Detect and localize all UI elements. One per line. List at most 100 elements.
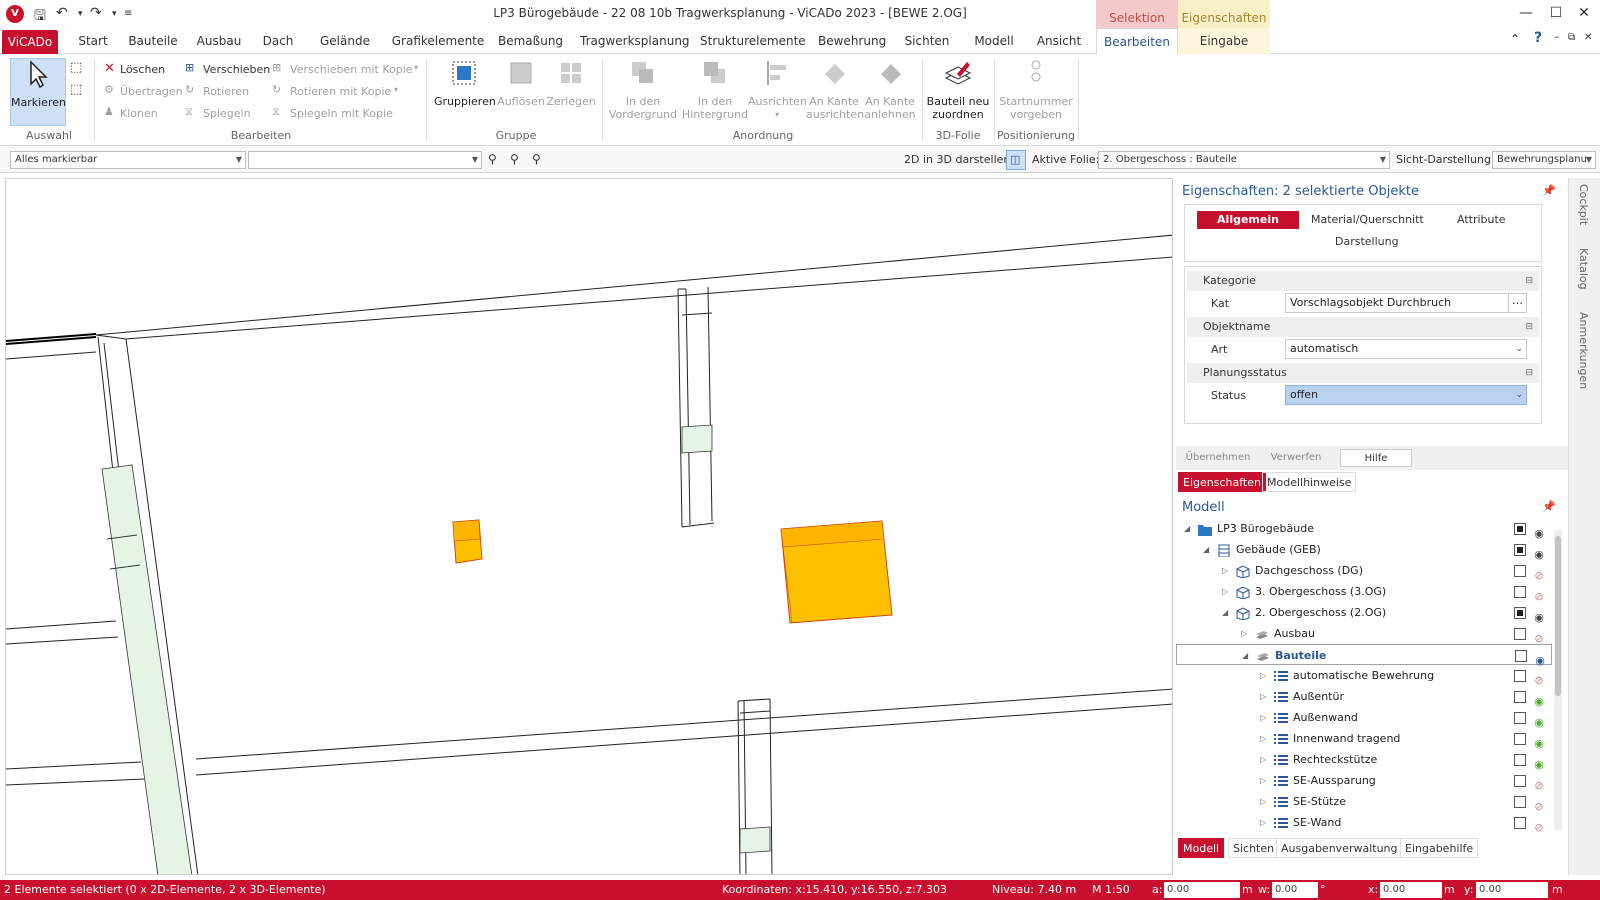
visibility-checkbox[interactable] [1514,670,1526,682]
visibility-checkbox[interactable] [1514,775,1526,787]
verschieben-kopie-button[interactable]: Verschieben mit Kopie [290,63,413,76]
tab-katalog[interactable]: Katalog [1577,248,1590,290]
maximize-icon[interactable]: ☐ [1546,5,1566,21]
tab-ansicht[interactable]: Ansicht [1036,28,1082,54]
visibility-checkbox[interactable] [1514,523,1526,535]
art-select[interactable]: automatisch ⌄ [1285,339,1527,359]
undo-dropdown-icon[interactable]: ▾ [78,9,83,19]
expand-open-icon[interactable]: ◢ [1242,645,1248,666]
tab-anmerkungen[interactable]: Anmerkungen [1577,312,1590,389]
tree-item[interactable]: ◢ Gebäude (GEB) ◉ [1176,539,1552,561]
tab-bemassung[interactable]: Bemaßung [498,28,563,54]
pin-icon[interactable]: 📌 [1542,500,1556,513]
visibility-checkbox[interactable] [1514,712,1526,724]
spiegeln-button[interactable]: Spiegeln [203,107,251,120]
tree-item[interactable]: ◢ LP3 Bürogebäude ◉ [1176,518,1552,540]
visibility-checkbox[interactable] [1514,565,1526,577]
tab-start[interactable]: Start [72,28,114,54]
y-input[interactable]: 0.00 [1476,882,1548,898]
tree-item[interactable]: ▷ SE-Stütze ⊘ [1176,791,1552,813]
tree-item[interactable]: ▷ automatische Bewehrung ⊘ [1176,665,1552,687]
tab-strukturelemente[interactable]: Strukturelemente [700,28,806,54]
tab-eingabe[interactable]: Eingabe [1178,28,1270,54]
redo-icon[interactable]: ↷ [90,5,102,21]
3d-viewport[interactable] [5,178,1173,875]
visibility-checkbox[interactable] [1514,817,1526,829]
expand-closed-icon[interactable]: ▷ [1260,812,1266,833]
visibility-checkbox[interactable] [1514,586,1526,598]
eye-icon[interactable]: ⊘ [1532,817,1546,838]
sicht-darstellung-select[interactable]: Bewehrungsplanu ▼ [1492,151,1596,169]
2d-in-3d-toggle[interactable]: ◫ [1006,150,1026,170]
minimize-icon[interactable]: — [1516,5,1536,21]
tab-cockpit[interactable]: Cockpit [1577,184,1590,225]
mdi-minimize-icon[interactable]: – [1554,30,1560,43]
expand-closed-icon[interactable]: ▷ [1260,665,1266,686]
visibility-checkbox[interactable] [1514,754,1526,766]
hintergrund-button[interactable]: In den Hintergrund [680,58,750,121]
expand-closed-icon[interactable]: ▷ [1222,560,1228,581]
visibility-checkbox[interactable] [1514,544,1526,556]
spiegeln-kopie-button[interactable]: Spiegeln mit Kopie [290,107,393,120]
filter-select[interactable]: Alles markierbar ▼ [10,151,246,169]
tab-eigenschaften[interactable]: Eigenschaften [1178,472,1266,492]
help-icon[interactable]: ? [1534,30,1542,46]
expand-closed-icon[interactable]: ▷ [1222,581,1228,602]
klonen-button[interactable]: Klonen [120,107,158,120]
collapse-icon[interactable]: ⊟ [1525,271,1533,291]
aktive-folie-select[interactable]: 2. Obergeschoss : Bauteile ▼ [1098,151,1390,169]
pin-icon[interactable]: 📌 [1542,184,1556,197]
chevron-down-icon[interactable]: ▾ [394,85,398,94]
w-input[interactable]: 0.00 [1272,882,1318,898]
expand-closed-icon[interactable]: ▷ [1260,749,1266,770]
select-option-icon[interactable]: ⬚ [70,60,82,75]
tree-item[interactable]: ◢ 2. Obergeschoss (2.OG) ◉ [1176,602,1552,624]
tab-bearbeiten[interactable]: Bearbeiten [1096,28,1178,55]
gruppieren-button[interactable]: Gruppieren [434,58,496,108]
ausrichten-button[interactable]: Ausrichten ▾ [748,58,807,121]
expand-open-icon[interactable]: ◢ [1203,539,1209,560]
kat-field[interactable]: Vorschlagsobjekt Durchbruch… [1285,293,1527,313]
expand-closed-icon[interactable]: ▷ [1241,623,1247,644]
save-icon[interactable]: 🖫 [34,5,46,29]
uebertragen-button[interactable]: Übertragen [120,85,183,98]
zerlegen-button[interactable]: Zerlegen [546,58,596,108]
customize-toolbar-icon[interactable]: ≡ [124,8,132,19]
mdi-restore-icon[interactable]: ⧉ [1568,32,1575,43]
bottom-tab-modell[interactable]: Modell [1178,838,1225,858]
markieren-button[interactable]: Markieren [10,58,66,126]
status-select[interactable]: offen ⌄ [1285,385,1527,405]
more-icon[interactable]: … [1508,294,1526,312]
tab-ausbau[interactable]: Ausbau [194,28,244,54]
collapse-ribbon-icon[interactable]: ⌃ [1510,32,1520,46]
tab-darstellung[interactable]: Darstellung [1335,235,1399,248]
rotieren-kopie-button[interactable]: Rotieren mit Kopie [290,85,391,98]
tab-bewehrung[interactable]: Bewehrung [818,28,886,54]
tab-grafikelemente[interactable]: Grafikelemente [390,28,486,54]
section-planungsstatus[interactable]: Planungsstatus ⊟ [1187,363,1539,383]
tab-sichten[interactable]: Sichten [904,28,950,54]
tab-allgemein[interactable]: Allgemein [1197,211,1299,229]
collapse-icon[interactable]: ⊟ [1525,317,1533,337]
select-window-icon[interactable]: ⬚ [70,82,82,97]
redo-dropdown-icon[interactable]: ▾ [112,9,117,19]
binoculars-icon[interactable]: ⚲ [488,152,497,166]
tree-item[interactable]: ▷ Dachgeschoss (DG) ⊘ [1176,560,1552,582]
expand-closed-icon[interactable]: ▷ [1260,707,1266,728]
expand-closed-icon[interactable]: ▷ [1260,728,1266,749]
selected-object-1[interactable] [452,519,483,564]
loeschen-button[interactable]: Löschen [120,63,165,76]
kante-anlehnen-button[interactable]: An Kante anlehnen [862,58,918,121]
tree-item[interactable]: ▷ SE-Wand ⊘ [1176,812,1552,834]
x-input[interactable]: 0.00 [1380,882,1442,898]
bottom-tab-sichten[interactable]: Sichten [1228,838,1280,858]
mdi-close-icon[interactable]: ✕ [1584,32,1592,43]
visibility-checkbox[interactable] [1514,733,1526,745]
visibility-checkbox[interactable] [1514,796,1526,808]
tab-vicado[interactable]: ViCADo [2,30,58,54]
tab-gelaende[interactable]: Gelände [318,28,372,54]
tab-material[interactable]: Material/Querschnitt [1311,213,1424,226]
app-logo-icon[interactable]: V [6,5,24,23]
expand-open-icon[interactable]: ◢ [1222,602,1228,623]
tree-item[interactable]: ▷ SE-Aussparung ⊘ [1176,770,1552,792]
